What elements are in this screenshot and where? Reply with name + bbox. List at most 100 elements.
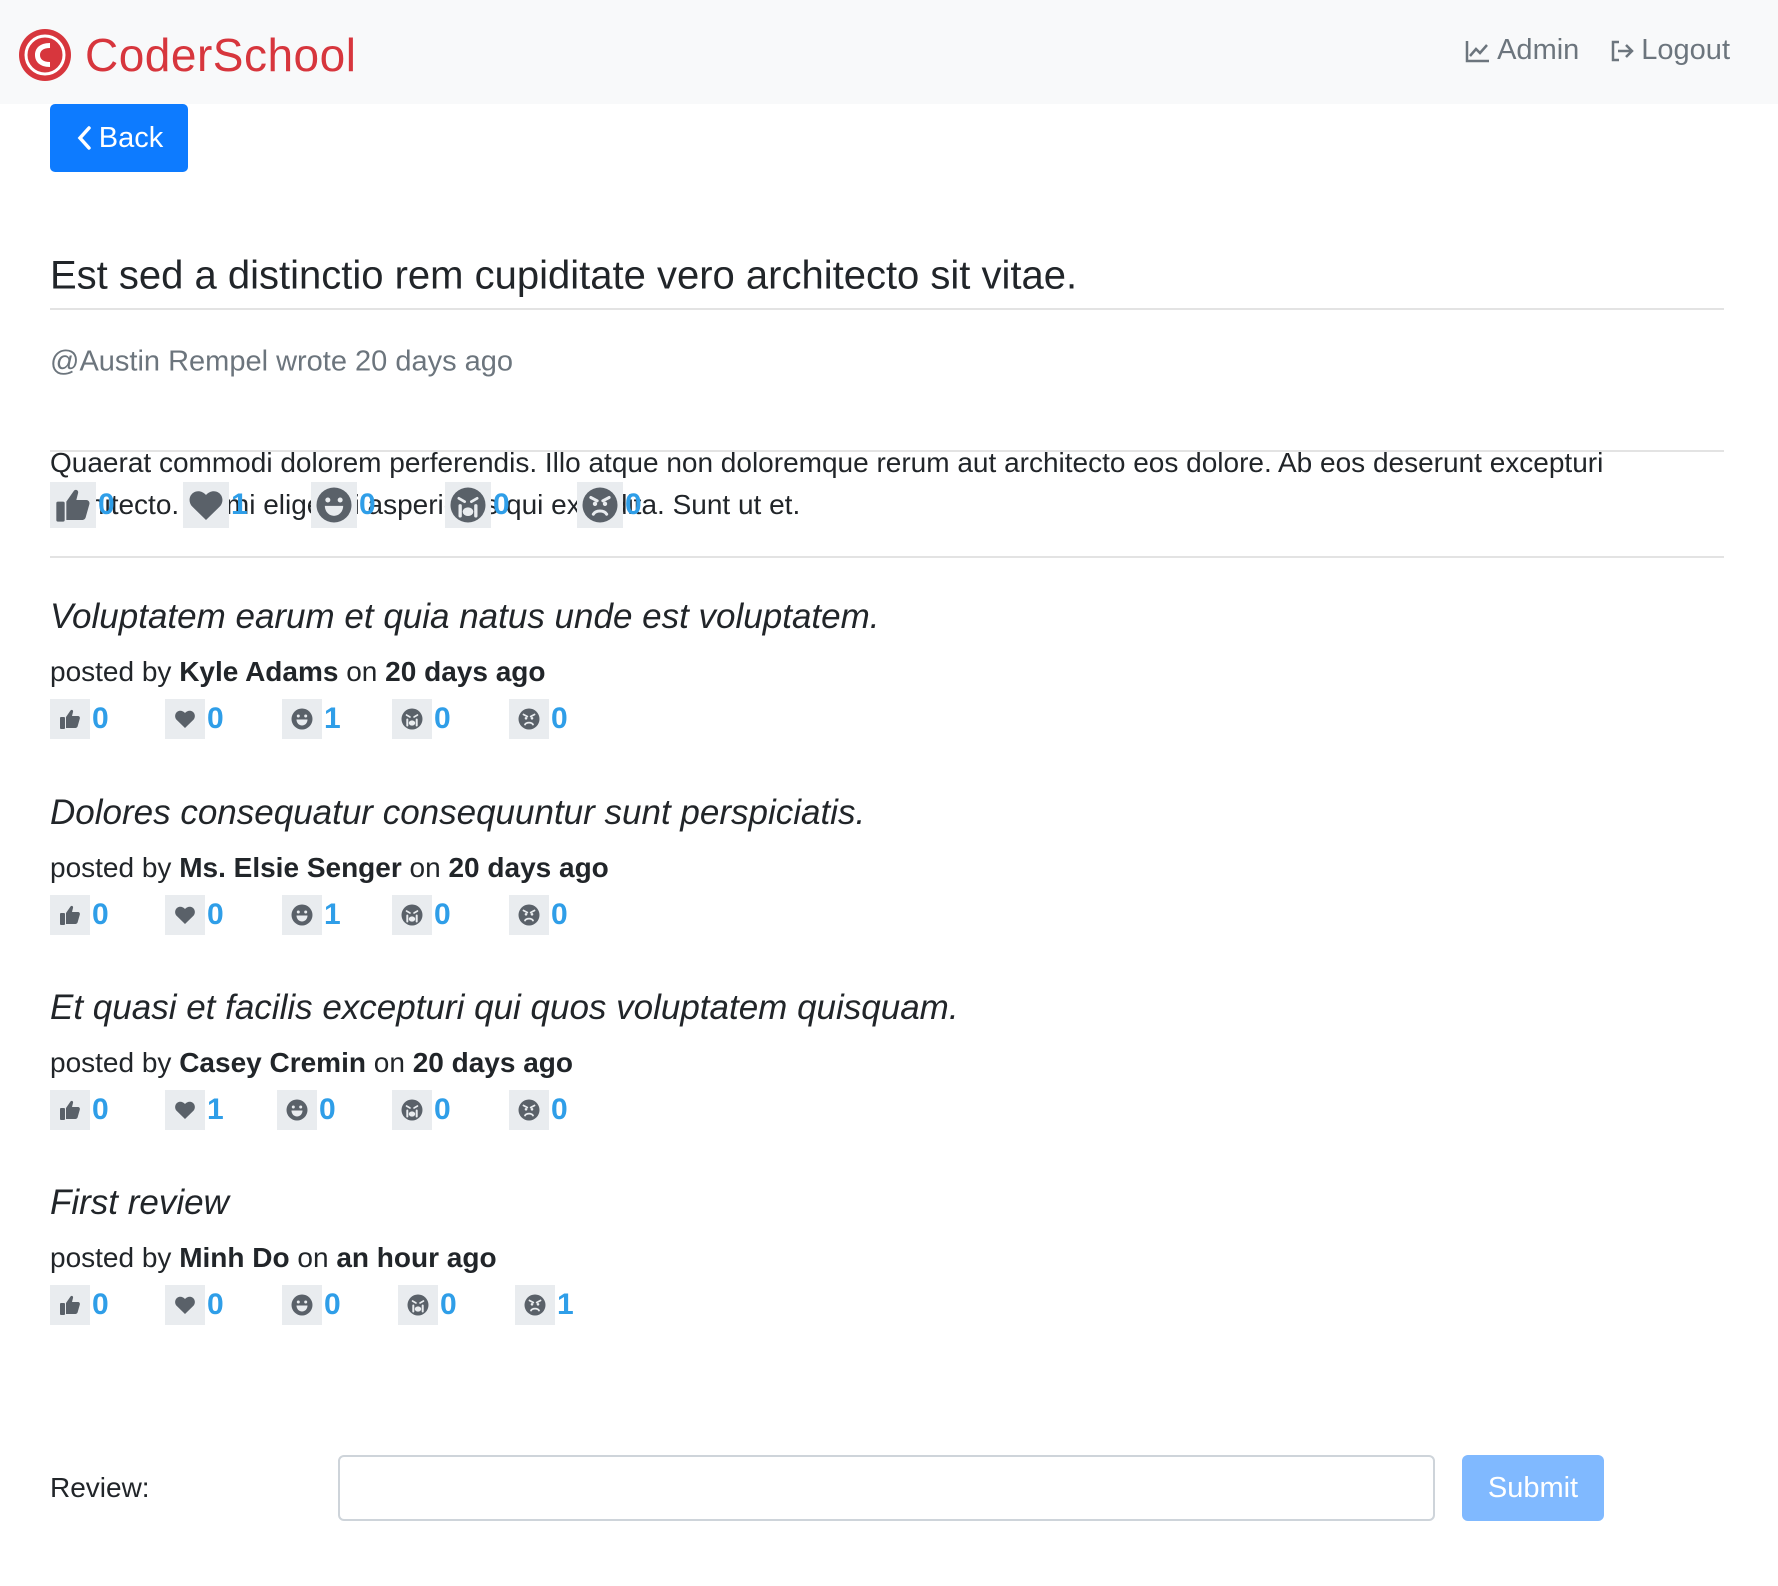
- posted-by-text: posted by: [50, 1242, 172, 1273]
- crying-face-icon: [392, 1090, 432, 1130]
- review-time: 20 days ago: [448, 852, 609, 883]
- angry-reaction[interactable]: 0: [509, 699, 568, 739]
- love-reaction[interactable]: 0: [165, 1285, 282, 1325]
- laugh-face-icon: [282, 1285, 322, 1325]
- angry-face-icon: [509, 699, 549, 739]
- like-count: 0: [92, 1288, 109, 1321]
- laugh-face-icon: [282, 895, 322, 935]
- post-title: Est sed a distinctio rem cupiditate vero…: [50, 253, 1078, 298]
- nav-logout-label: Logout: [1641, 34, 1730, 66]
- angry-count: 0: [551, 702, 568, 735]
- angry-reaction[interactable]: 0: [509, 895, 568, 935]
- like-reaction[interactable]: 0: [50, 482, 183, 528]
- review-title: First review: [50, 1183, 229, 1222]
- posted-by-text: posted by: [50, 852, 172, 883]
- like-count: 0: [92, 702, 109, 735]
- laugh-reaction[interactable]: 1: [282, 895, 392, 935]
- like-count: 0: [92, 1093, 109, 1126]
- angry-face-icon: [515, 1285, 555, 1325]
- review-label: Review:: [50, 1472, 150, 1503]
- review-reactions: 0 1 0 0 0: [50, 1090, 568, 1130]
- angry-face-icon: [577, 482, 623, 528]
- angry-count: 0: [625, 488, 642, 521]
- love-reaction[interactable]: 1: [183, 482, 311, 528]
- review-author: Ms. Elsie Senger: [179, 852, 402, 883]
- like-count: 0: [98, 488, 115, 521]
- angry-face-icon: [509, 1090, 549, 1130]
- thumbs-up-icon: [50, 895, 90, 935]
- angry-reaction[interactable]: 1: [515, 1285, 574, 1325]
- coderschool-logo-icon: [19, 29, 71, 81]
- love-count: 0: [207, 898, 224, 931]
- angry-count: 0: [551, 1093, 568, 1126]
- review-author: Minh Do: [179, 1242, 290, 1273]
- like-reaction[interactable]: 0: [50, 699, 165, 739]
- cry-count: 0: [434, 898, 451, 931]
- thumbs-up-icon: [50, 699, 90, 739]
- laugh-reaction[interactable]: 0: [277, 1090, 392, 1130]
- review-meta: posted by Casey Cremin on 20 days ago: [50, 1047, 573, 1079]
- back-button-label: Back: [98, 121, 164, 154]
- angry-count: 1: [557, 1288, 574, 1321]
- cry-reaction[interactable]: 0: [398, 1285, 515, 1325]
- on-text: on: [297, 1242, 329, 1273]
- love-count: 0: [207, 702, 224, 735]
- heart-icon: [165, 895, 205, 935]
- nav-admin-link[interactable]: Admin: [1465, 34, 1579, 67]
- review-input[interactable]: [338, 1455, 1435, 1521]
- review-reactions: 0 0 0 0 1: [50, 1285, 574, 1325]
- crying-face-icon: [445, 482, 491, 528]
- love-reaction[interactable]: 1: [165, 1090, 277, 1130]
- nav-links: Admin Logout: [1435, 34, 1730, 67]
- posted-by-text: posted by: [50, 1047, 172, 1078]
- review-form: Review: Submit: [50, 1455, 1724, 1521]
- angry-face-icon: [509, 895, 549, 935]
- review-author: Kyle Adams: [179, 656, 339, 687]
- love-reaction[interactable]: 0: [165, 699, 282, 739]
- love-count: 1: [231, 488, 248, 521]
- nav-logout-link[interactable]: Logout: [1609, 34, 1730, 67]
- like-reaction[interactable]: 0: [50, 1090, 165, 1130]
- thumbs-up-icon: [50, 1090, 90, 1130]
- heart-icon: [165, 1090, 205, 1130]
- laugh-reaction[interactable]: 1: [282, 699, 392, 739]
- review-title: Voluptatem earum et quia natus unde est …: [50, 597, 880, 636]
- navbar: CoderSchool Admin Logout: [0, 0, 1778, 104]
- cry-reaction[interactable]: 0: [392, 1090, 509, 1130]
- review-title: Dolores consequatur consequuntur sunt pe…: [50, 793, 866, 832]
- laugh-reaction[interactable]: 0: [311, 482, 445, 528]
- post-reactions: 0 1 0 0 0: [50, 482, 642, 528]
- brand-name: CoderSchool: [85, 29, 357, 81]
- like-reaction[interactable]: 0: [50, 895, 165, 935]
- submit-button[interactable]: Submit: [1462, 1455, 1604, 1521]
- laugh-count: 0: [319, 1093, 336, 1126]
- chart-line-icon: [1465, 40, 1490, 62]
- love-reaction[interactable]: 0: [165, 895, 282, 935]
- cry-reaction[interactable]: 0: [392, 699, 509, 739]
- on-text: on: [409, 852, 441, 883]
- review-reactions: 0 0 1 0 0: [50, 699, 568, 739]
- laugh-count: 1: [324, 702, 341, 735]
- laugh-count: 0: [359, 488, 376, 521]
- crying-face-icon: [398, 1285, 438, 1325]
- angry-reaction[interactable]: 0: [577, 482, 642, 528]
- sign-out-icon: [1612, 40, 1635, 61]
- review-title: Et quasi et facilis excepturi qui quos v…: [50, 988, 959, 1027]
- like-count: 0: [92, 898, 109, 931]
- on-text: on: [373, 1047, 405, 1078]
- posted-by-text: posted by: [50, 656, 172, 687]
- cry-reaction[interactable]: 0: [392, 895, 509, 935]
- laugh-reaction[interactable]: 0: [282, 1285, 398, 1325]
- back-button[interactable]: Back: [50, 104, 188, 172]
- nav-admin-label: Admin: [1497, 34, 1580, 66]
- cry-count: 0: [493, 488, 510, 521]
- review-author: Casey Cremin: [179, 1047, 366, 1078]
- cry-reaction[interactable]: 0: [445, 482, 577, 528]
- heart-icon: [165, 1285, 205, 1325]
- angry-reaction[interactable]: 0: [509, 1090, 568, 1130]
- like-reaction[interactable]: 0: [50, 1285, 165, 1325]
- review-time: 20 days ago: [412, 1047, 573, 1078]
- divider: [50, 450, 1724, 452]
- brand-link[interactable]: CoderSchool: [17, 25, 356, 85]
- love-count: 0: [207, 1288, 224, 1321]
